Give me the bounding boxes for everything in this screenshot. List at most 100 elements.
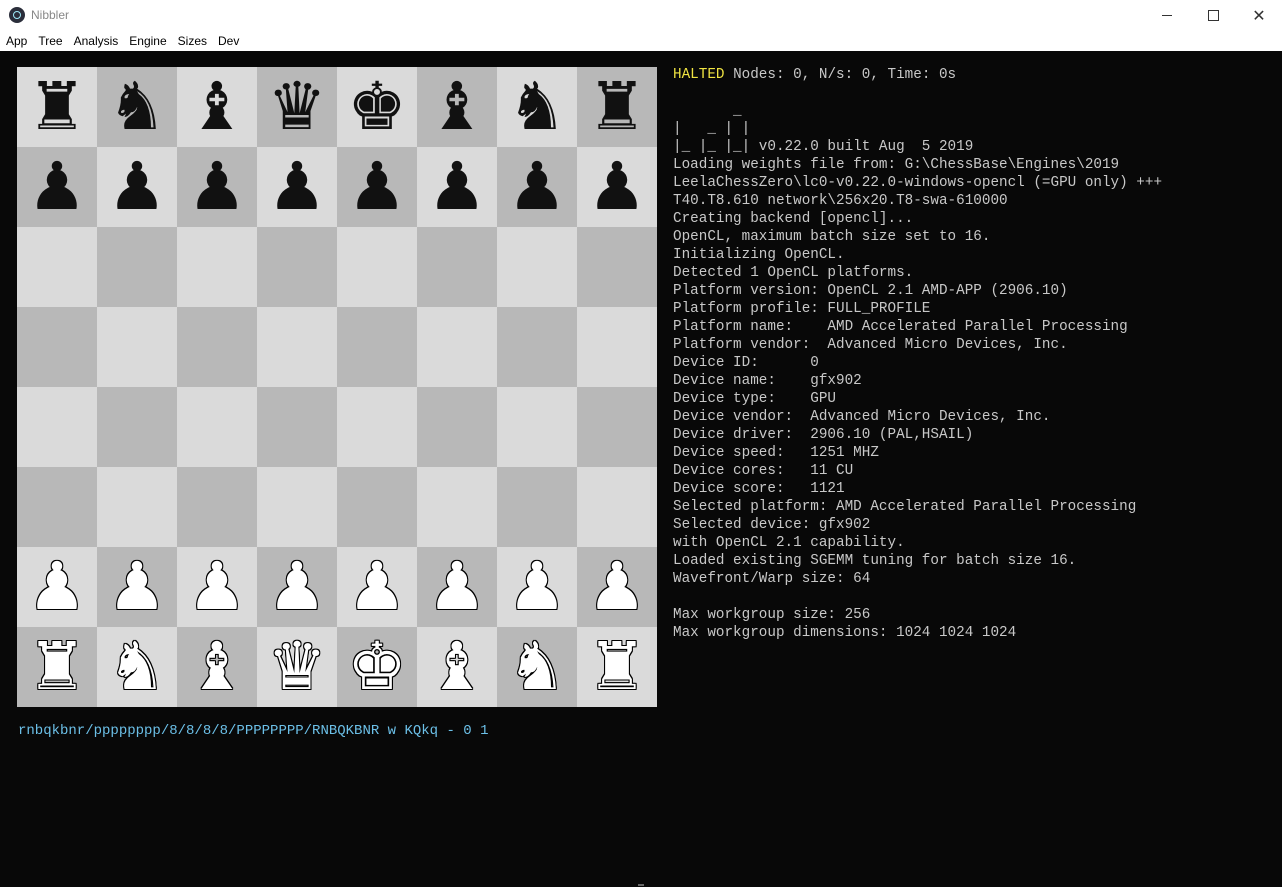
black-piece[interactable]: ♜ [587,67,646,147]
board-square[interactable]: ♟ [257,147,337,227]
board-square[interactable]: ♞ [97,627,177,707]
board-square[interactable] [97,467,177,547]
board-square[interactable]: ♟ [337,147,417,227]
board-square[interactable] [497,227,577,307]
black-piece[interactable]: ♟ [507,147,566,227]
board-square[interactable] [257,227,337,307]
board-square[interactable]: ♟ [257,547,337,627]
white-piece[interactable]: ♟ [187,547,246,627]
menu-dev[interactable]: Dev [212,31,244,51]
chess-board[interactable]: ♜ ♞ ♝ ♛ ♚ ♝ ♞ ♜ ♟ ♟ ♟ ♟ ♟ ♟ ♟ ♟ ♟ ♟ ♟ ♟ ♟ ♟ ♟ ♟ ♜ ♞ ♝ ♛ ♚ ♝ ♞ ♜ [17,67,657,707]
board-square[interactable]: ♟ [337,547,417,627]
board-square[interactable]: ♚ [337,627,417,707]
board-square[interactable]: ♟ [577,547,657,627]
black-piece[interactable]: ♟ [187,147,246,227]
board-square[interactable] [497,307,577,387]
maximize-button[interactable] [1190,0,1236,31]
board-square[interactable]: ♝ [177,627,257,707]
menu-engine[interactable]: Engine [123,31,171,51]
white-piece[interactable]: ♜ [27,627,86,707]
white-piece[interactable]: ♟ [427,547,486,627]
menu-analysis[interactable]: Analysis [68,31,124,51]
board-square[interactable] [337,467,417,547]
white-piece[interactable]: ♟ [267,547,326,627]
menu-sizes[interactable]: Sizes [172,31,212,51]
white-piece[interactable]: ♞ [507,627,566,707]
board-square[interactable]: ♟ [17,547,97,627]
black-piece[interactable]: ♜ [27,67,86,147]
white-piece[interactable]: ♟ [587,547,646,627]
engine-status[interactable]: HALTED [673,67,724,83]
board-square[interactable] [257,387,337,467]
board-square[interactable] [337,387,417,467]
board-square[interactable] [417,227,497,307]
board-square[interactable]: ♟ [177,147,257,227]
board-square[interactable]: ♛ [257,627,337,707]
close-button[interactable]: ✕ [1236,0,1282,31]
board-square[interactable]: ♝ [417,627,497,707]
board-square[interactable]: ♟ [97,147,177,227]
white-piece[interactable]: ♟ [347,547,406,627]
board-square[interactable]: ♟ [17,147,97,227]
board-square[interactable] [177,387,257,467]
black-piece[interactable]: ♟ [107,147,166,227]
board-square[interactable] [497,467,577,547]
white-piece[interactable]: ♜ [587,627,646,707]
white-piece[interactable]: ♟ [507,547,566,627]
board-square[interactable] [17,227,97,307]
board-square[interactable] [177,227,257,307]
board-square[interactable] [97,307,177,387]
board-square[interactable] [577,307,657,387]
board-square[interactable]: ♜ [577,627,657,707]
board-square[interactable]: ♚ [337,67,417,147]
board-square[interactable]: ♞ [497,627,577,707]
board-square[interactable]: ♟ [177,547,257,627]
black-piece[interactable]: ♟ [347,147,406,227]
board-square[interactable] [257,307,337,387]
black-piece[interactable]: ♟ [587,147,646,227]
board-square[interactable] [17,467,97,547]
board-square[interactable] [417,307,497,387]
fen-string[interactable]: rnbqkbnr/pppppppp/8/8/8/8/PPPPPPPP/RNBQK… [18,723,488,739]
board-square[interactable]: ♛ [257,67,337,147]
board-square[interactable]: ♟ [577,147,657,227]
white-piece[interactable]: ♝ [427,627,486,707]
board-square[interactable] [337,307,417,387]
board-square[interactable]: ♞ [97,67,177,147]
black-piece[interactable]: ♟ [27,147,86,227]
board-square[interactable] [577,227,657,307]
white-piece[interactable]: ♛ [267,627,326,707]
black-piece[interactable]: ♝ [187,67,246,147]
menu-tree[interactable]: Tree [32,31,67,51]
board-square[interactable] [337,227,417,307]
black-piece[interactable]: ♛ [267,67,326,147]
minimize-button[interactable] [1144,0,1190,31]
menu-app[interactable]: App [0,31,32,51]
board-square[interactable] [577,467,657,547]
board-square[interactable]: ♟ [497,547,577,627]
board-square[interactable]: ♜ [577,67,657,147]
board-square[interactable]: ♜ [17,627,97,707]
board-square[interactable] [417,387,497,467]
board-square[interactable] [17,307,97,387]
white-piece[interactable]: ♟ [107,547,166,627]
board-square[interactable] [577,387,657,467]
board-square[interactable]: ♝ [417,67,497,147]
black-piece[interactable]: ♟ [427,147,486,227]
board-square[interactable] [97,227,177,307]
black-piece[interactable]: ♚ [347,67,406,147]
board-square[interactable]: ♟ [97,547,177,627]
board-square[interactable]: ♜ [17,67,97,147]
board-square[interactable] [97,387,177,467]
black-piece[interactable]: ♞ [507,67,566,147]
white-piece[interactable]: ♞ [107,627,166,707]
board-square[interactable] [177,467,257,547]
board-square[interactable]: ♟ [417,547,497,627]
board-square[interactable] [17,387,97,467]
board-square[interactable]: ♟ [417,147,497,227]
white-piece[interactable]: ♝ [187,627,246,707]
board-square[interactable] [417,467,497,547]
white-piece[interactable]: ♚ [347,627,406,707]
black-piece[interactable]: ♟ [267,147,326,227]
black-piece[interactable]: ♞ [107,67,166,147]
